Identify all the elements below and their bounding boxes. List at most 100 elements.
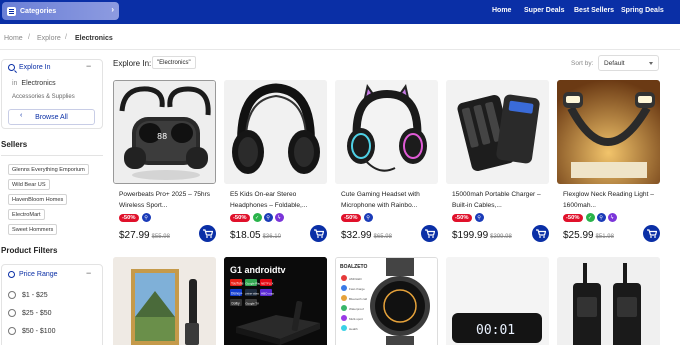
add-to-cart-button[interactable]: [532, 225, 549, 242]
nav-best-sellers[interactable]: Best Sellers: [574, 7, 614, 14]
top-navigation: Categories › Home Super Deals Best Selle…: [0, 0, 680, 24]
eco-icon: ✓: [585, 213, 595, 222]
categories-button[interactable]: Categories ›: [2, 2, 119, 20]
seller-tag[interactable]: Wild Bear US: [8, 179, 50, 190]
product-image[interactable]: [335, 80, 438, 184]
badge-row: -50% ⚲: [341, 213, 375, 222]
cart-icon: [646, 229, 657, 238]
badge-row: -50% ✓ ⚲ ϟ: [230, 213, 286, 222]
product-image[interactable]: 88: [113, 80, 216, 184]
product-title[interactable]: 15000mah Portable Charger – Built-in Cab…: [452, 190, 548, 211]
product-card[interactable]: BOALZETO AMOLED Fast charge Bluetooth ca…: [335, 257, 438, 345]
watch-feature-label: Multi-sport: [349, 317, 363, 321]
badge-row: -50% ⚲: [119, 213, 153, 222]
product-price: $32.99 $65.98: [341, 230, 392, 241]
add-to-cart-button[interactable]: [310, 225, 327, 242]
app-tile-label: prime video: [246, 292, 260, 296]
subcategory-link[interactable]: Accessories & Supplies: [12, 94, 75, 100]
add-to-cart-button[interactable]: [199, 225, 216, 242]
watch-feature-label: AMOLED: [349, 277, 363, 281]
price-option[interactable]: $1 - $25: [8, 291, 48, 299]
app-tile-label: Dolby: [232, 302, 241, 306]
chevron-right-icon: ›: [111, 5, 114, 14]
explore-in-label: Explore In:: [113, 59, 152, 68]
android-brand-text: G1 androidtv: [230, 265, 286, 275]
app-tile-label: HBO max: [261, 292, 275, 296]
divider: [0, 49, 680, 50]
discount-badge: -50%: [341, 213, 361, 222]
collapse-icon[interactable]: −: [86, 61, 91, 71]
product-card[interactable]: E5 Kids On-ear Stereo Headphones – Folda…: [224, 80, 327, 245]
shipping-icon: ⚲: [474, 213, 484, 222]
seller-tag[interactable]: Glenns Everything Emporium: [8, 164, 89, 175]
price-tag-icon: [8, 271, 15, 278]
price-option[interactable]: $50 - $100: [8, 327, 55, 335]
product-title[interactable]: Cute Gaming Headset with Microphone with…: [341, 190, 437, 211]
product-title[interactable]: E5 Kids On-ear Stereo Headphones – Folda…: [230, 190, 326, 211]
grid-icon: [7, 6, 16, 16]
chevron-down-icon: [649, 62, 653, 65]
nav-home[interactable]: Home: [492, 7, 511, 14]
discount-badge: -50%: [230, 213, 250, 222]
cart-icon: [313, 229, 324, 238]
seller-tag[interactable]: Sweet Hommers: [8, 224, 58, 235]
product-image[interactable]: BOALZETO AMOLED Fast charge Bluetooth ca…: [335, 257, 438, 345]
product-card[interactable]: 00:01: [446, 257, 549, 345]
nav-super-deals[interactable]: Super Deals: [524, 7, 564, 14]
product-card[interactable]: 15000mah Portable Charger – Built-in Cab…: [446, 80, 549, 245]
product-image[interactable]: [557, 80, 660, 184]
radio-button[interactable]: [8, 327, 16, 335]
eco-icon: ✓: [252, 213, 262, 222]
cart-icon: [202, 229, 213, 238]
product-price: $27.99 $55.98: [119, 230, 170, 241]
radio-button[interactable]: [8, 309, 16, 317]
divider: [1, 155, 103, 156]
cart-icon: [424, 229, 435, 238]
clock-display: 00:01: [476, 323, 515, 338]
nav-spring-deals[interactable]: Spring Deals: [621, 7, 664, 14]
watch-feature-label: Bluetooth call: [349, 297, 367, 301]
product-image[interactable]: [224, 80, 327, 184]
add-to-cart-button[interactable]: [421, 225, 438, 242]
shipping-icon: ⚲: [596, 213, 606, 222]
breadcrumb-separator: /: [28, 34, 30, 41]
radio-button[interactable]: [8, 291, 16, 299]
product-filters-title: Product Filters: [1, 246, 58, 255]
watch-feature-label: Fast charge: [349, 287, 365, 291]
product-title[interactable]: Powerbeats Pro+ 2025 – 75hrs Wireless Sp…: [119, 190, 215, 211]
product-image[interactable]: [113, 257, 216, 345]
seller-tag[interactable]: ElectroMart: [8, 209, 45, 220]
product-card[interactable]: Flexglow Neck Reading Light – 1600mah...…: [557, 80, 660, 245]
app-tile-label: Disney+: [231, 292, 243, 296]
categories-label: Categories: [20, 7, 57, 15]
browse-all-button[interactable]: ‹ Browse All: [8, 109, 95, 125]
product-title[interactable]: Flexglow Neck Reading Light – 1600mah...: [563, 190, 659, 211]
product-card[interactable]: 88 Powerbeats Pro+ 2025 – 75hrs Wireless…: [113, 80, 216, 245]
seller-tag[interactable]: HavenBloom Homes: [8, 194, 68, 205]
app-tile-label: Google TV: [246, 302, 259, 306]
product-image[interactable]: G1 androidtv YouTube Google Play NETFLIX…: [224, 257, 327, 345]
product-image[interactable]: [446, 80, 549, 184]
product-card[interactable]: [557, 257, 660, 345]
collapse-icon[interactable]: −: [86, 268, 91, 278]
add-to-cart-button[interactable]: [643, 225, 660, 242]
lightning-icon: ϟ: [607, 213, 617, 222]
product-price: $18.05 $36.10: [230, 230, 281, 241]
shipping-icon: ⚲: [263, 213, 273, 222]
explore-panel-header[interactable]: Explore In: [8, 64, 51, 71]
sort-dropdown[interactable]: Default: [598, 55, 659, 71]
price-range-header[interactable]: Price Range: [8, 271, 58, 278]
price-option[interactable]: $25 - $50: [8, 309, 52, 317]
product-card[interactable]: G1 androidtv YouTube Google Play NETFLIX…: [224, 257, 327, 345]
sort-label: Sort by:: [571, 60, 594, 67]
breadcrumb-home[interactable]: Home: [4, 35, 23, 42]
shipping-icon: ⚲: [363, 213, 373, 222]
product-card[interactable]: [113, 257, 216, 345]
product-image[interactable]: 00:01: [446, 257, 549, 345]
breadcrumb-explore[interactable]: Explore: [37, 35, 61, 42]
discount-badge: -50%: [563, 213, 583, 222]
product-card[interactable]: Cute Gaming Headset with Microphone with…: [335, 80, 438, 245]
product-image[interactable]: [557, 257, 660, 345]
product-price: $199.99 $399.98: [452, 230, 512, 241]
svg-text:88: 88: [157, 132, 167, 141]
